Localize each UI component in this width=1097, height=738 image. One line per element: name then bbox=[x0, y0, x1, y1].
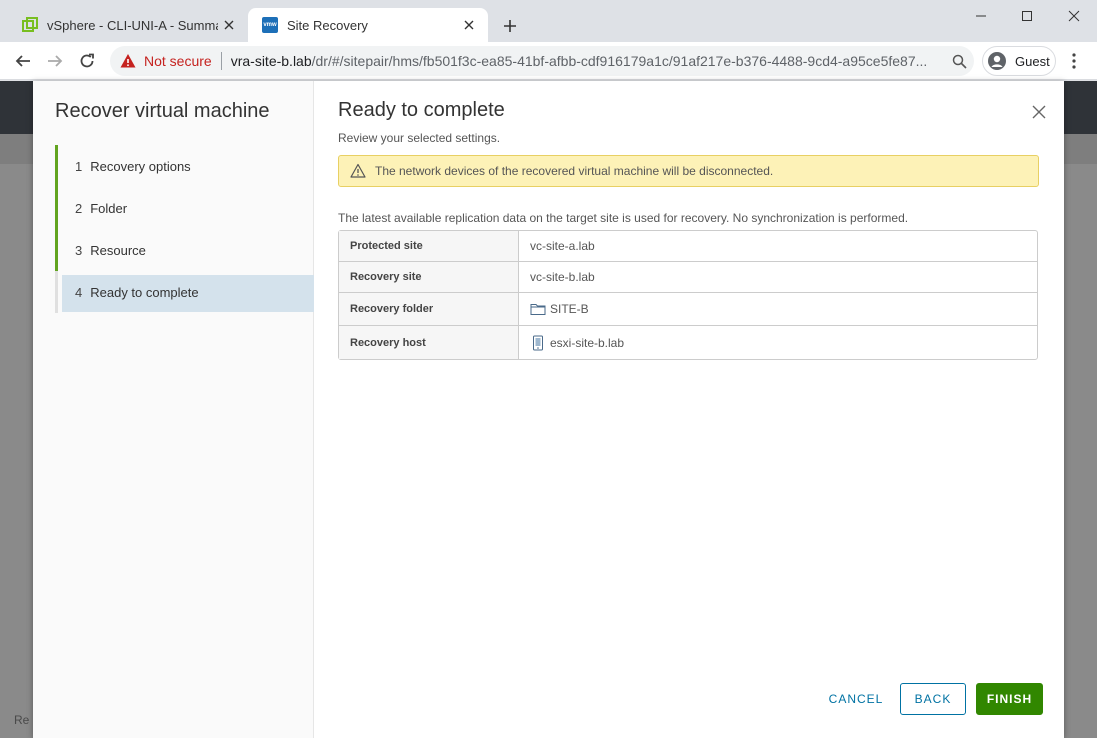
url-host: vra-site-b.lab bbox=[230, 53, 312, 69]
close-icon[interactable] bbox=[218, 14, 240, 36]
folder-icon bbox=[530, 301, 546, 317]
wizard-step-resource[interactable]: 3 Resource bbox=[55, 229, 314, 271]
step-number: 4 bbox=[75, 284, 83, 300]
step-number: 3 bbox=[75, 242, 83, 258]
window-close-icon[interactable] bbox=[1051, 0, 1097, 32]
warning-alert: The network devices of the recovered vir… bbox=[338, 155, 1039, 187]
tab-title: vSphere - CLI-UNI-A - Summary bbox=[47, 17, 218, 33]
page-subtitle: Review your selected settings. bbox=[338, 131, 501, 145]
step-label: Ready to complete bbox=[90, 284, 199, 300]
recovery-folder-value: SITE-B bbox=[550, 302, 589, 316]
row-key: Recovery site bbox=[339, 262, 519, 292]
page-title: Ready to complete bbox=[338, 99, 505, 121]
table-row: Protected site vc-site-a.lab bbox=[339, 231, 1037, 262]
browser-tab-strip: vSphere - CLI-UNI-A - Summary vmw Site R… bbox=[0, 0, 1097, 42]
row-value: esxi-site-b.lab bbox=[519, 326, 1037, 359]
warning-text: The network devices of the recovered vir… bbox=[375, 164, 774, 178]
recovery-host-value: esxi-site-b.lab bbox=[550, 335, 625, 350]
recovery-site-value: vc-site-b.lab bbox=[530, 270, 595, 284]
wizard-content: Ready to complete Review your selected s… bbox=[315, 81, 1064, 738]
profile-button[interactable]: Guest bbox=[982, 46, 1056, 76]
row-value: vc-site-b.lab bbox=[519, 262, 1037, 292]
step-label: Recovery options bbox=[90, 158, 191, 174]
minimize-icon[interactable] bbox=[958, 0, 1004, 32]
wizard-step-ready-to-complete[interactable]: 4 Ready to complete bbox=[55, 271, 314, 313]
row-value: vc-site-a.lab bbox=[519, 231, 1037, 261]
wizard-step-folder[interactable]: 2 Folder bbox=[55, 187, 314, 229]
tab-site-recovery[interactable]: vmw Site Recovery bbox=[248, 8, 488, 42]
row-key: Protected site bbox=[339, 231, 519, 261]
url-path: /dr/#/sitepair/hms/fb501f3c-ea85-41bf-af… bbox=[311, 53, 928, 69]
background-text: Re bbox=[14, 713, 30, 727]
vmw-icon-text: vmw bbox=[263, 22, 277, 28]
row-key: Recovery host bbox=[339, 326, 519, 359]
address-divider bbox=[220, 52, 222, 70]
avatar-icon bbox=[987, 51, 1007, 71]
back-arrow-icon[interactable] bbox=[9, 47, 37, 75]
reload-icon[interactable] bbox=[73, 47, 101, 75]
step-label: Resource bbox=[90, 242, 146, 258]
table-row: Recovery host esxi-site-b.lab bbox=[339, 326, 1037, 359]
not-secure-label[interactable]: Not secure bbox=[144, 53, 212, 69]
vsphere-icon bbox=[22, 17, 38, 33]
vmw-icon: vmw bbox=[262, 17, 278, 33]
zoom-icon[interactable] bbox=[944, 54, 974, 69]
finish-button[interactable]: FINISH bbox=[976, 683, 1043, 715]
close-icon[interactable] bbox=[458, 14, 480, 36]
wizard-steps: 1 Recovery options 2 Folder 3 Resource 4… bbox=[55, 145, 314, 313]
new-tab-icon[interactable] bbox=[498, 14, 522, 38]
browser-toolbar: Not secure vra-site-b.lab/dr/#/sitepair/… bbox=[0, 42, 1097, 80]
table-row: Recovery site vc-site-b.lab bbox=[339, 262, 1037, 293]
wizard-step-recovery-options[interactable]: 1 Recovery options bbox=[55, 145, 314, 187]
summary-table: Protected site vc-site-a.lab Recovery si… bbox=[338, 230, 1038, 360]
maximize-icon[interactable] bbox=[1004, 0, 1050, 32]
tab-title: Site Recovery bbox=[287, 17, 368, 33]
forward-arrow-icon[interactable] bbox=[41, 47, 69, 75]
info-text: The latest available replication data on… bbox=[338, 211, 909, 225]
table-row: Recovery folder SITE-B bbox=[339, 293, 1037, 326]
close-icon[interactable] bbox=[1030, 103, 1048, 121]
warning-triangle-icon bbox=[120, 53, 136, 69]
protected-site-value: vc-site-a.lab bbox=[530, 239, 595, 253]
profile-label: Guest bbox=[1015, 53, 1050, 69]
back-button[interactable]: BACK bbox=[900, 683, 966, 715]
row-key: Recovery folder bbox=[339, 293, 519, 325]
tab-vsphere-summary[interactable]: vSphere - CLI-UNI-A - Summary bbox=[8, 8, 249, 42]
address-bar[interactable]: Not secure vra-site-b.lab/dr/#/sitepair/… bbox=[110, 46, 974, 76]
row-value: SITE-B bbox=[519, 293, 1037, 325]
wizard-sidebar: Recover virtual machine 1 Recovery optio… bbox=[33, 81, 314, 738]
step-number: 2 bbox=[75, 200, 83, 216]
step-number: 1 bbox=[75, 158, 83, 174]
wizard-title: Recover virtual machine bbox=[55, 100, 270, 122]
url-text[interactable]: vra-site-b.lab/dr/#/sitepair/hms/fb501f3… bbox=[231, 53, 944, 69]
warning-triangle-icon bbox=[350, 163, 366, 179]
more-vert-icon[interactable] bbox=[1064, 50, 1084, 72]
step-label: Folder bbox=[90, 200, 128, 216]
recover-vm-dialog: Recover virtual machine 1 Recovery optio… bbox=[33, 81, 1064, 738]
cancel-button[interactable]: CANCEL bbox=[823, 683, 889, 715]
host-icon bbox=[530, 335, 546, 351]
